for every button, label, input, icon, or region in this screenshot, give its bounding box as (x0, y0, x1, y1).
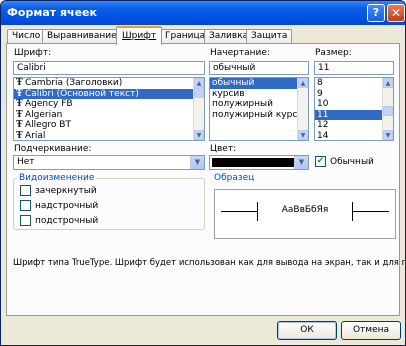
sample-preview: АаВвБбЯя (214, 189, 396, 239)
strikethrough-checkbox[interactable] (20, 185, 31, 196)
list-item[interactable]: полужирный (210, 99, 308, 110)
help-button[interactable]: ? (367, 4, 385, 22)
list-item[interactable]: Ŧ Cambria (Заголовки) (14, 78, 204, 89)
tab-font[interactable]: Шрифт (116, 26, 163, 45)
style-list-scrollbar[interactable]: ▲ ▼ (297, 78, 308, 140)
scroll-up-icon[interactable]: ▲ (194, 78, 204, 88)
font-item-label: Cambria (Заголовки) (25, 78, 123, 88)
font-item-label: Arial (25, 130, 46, 141)
subscript-checkbox[interactable] (20, 215, 31, 226)
color-swatch (212, 158, 294, 167)
font-input[interactable]: Calibri (13, 61, 205, 75)
truetype-icon: Ŧ (16, 120, 23, 130)
close-icon: ✕ (390, 6, 402, 20)
list-item[interactable]: курсив (210, 89, 308, 100)
scroll-thumb[interactable] (383, 106, 393, 116)
scroll-up-icon[interactable]: ▲ (383, 78, 393, 88)
truetype-icon: Ŧ (16, 88, 23, 99)
truetype-icon: Ŧ (16, 130, 23, 141)
effects-title: Видоизменение (17, 173, 97, 183)
close-button[interactable]: ✕ (387, 4, 405, 22)
font-item-label: Algerian (25, 109, 63, 120)
font-tab-panel: Шрифт: Calibri Ŧ Cambria (Заголовки) Ŧ Cal… (6, 43, 405, 316)
normal-font-label: Обычный (330, 157, 374, 167)
info-text: Шрифт типа TrueType. Шрифт будет использ… (13, 258, 406, 268)
underline-label: Подчеркивание: (14, 144, 92, 154)
truetype-icon: Ŧ (16, 109, 23, 120)
size-input[interactable]: 11 (314, 61, 394, 75)
scroll-thumb[interactable] (194, 88, 204, 98)
scroll-down-icon[interactable]: ▼ (383, 130, 393, 140)
tab-border[interactable]: Граница (160, 29, 211, 44)
truetype-icon: Ŧ (16, 78, 23, 88)
font-list-scrollbar[interactable]: ▲ ▼ (193, 78, 204, 140)
style-label: Начертание: (210, 48, 270, 58)
scroll-down-icon[interactable]: ▼ (194, 130, 204, 140)
superscript-checkbox[interactable] (20, 200, 31, 211)
tab-font-label: Шрифт (122, 31, 157, 41)
font-label: Шрифт: (14, 48, 52, 58)
format-cells-dialog: Формат ячеек ? ✕ Число Выравнивание Шриф… (0, 0, 406, 346)
list-item[interactable]: Ŧ Agency FB (14, 99, 204, 110)
underline-value: Нет (17, 157, 35, 167)
question-icon: ? (372, 6, 380, 19)
sample-text: АаВвБбЯя (281, 205, 329, 215)
underline-select[interactable]: Нет ▼ (13, 155, 205, 170)
size-list[interactable]: 8 9 10 11 12 14 ▲ ▼ (314, 77, 394, 141)
tab-number[interactable]: Число (7, 29, 46, 44)
tab-protection[interactable]: Защита (246, 29, 293, 44)
size-label: Размер: (315, 48, 352, 58)
title-bar: Формат ячеек ? ✕ (1, 1, 405, 25)
list-item[interactable]: Ŧ Calibri (Основной текст) (14, 88, 204, 99)
size-list-scrollbar[interactable]: ▲ ▼ (382, 78, 393, 140)
ok-button[interactable]: ОК (277, 321, 337, 340)
scroll-up-icon[interactable]: ▲ (298, 78, 308, 88)
sample-title: Образец (212, 173, 257, 183)
list-item[interactable]: Ŧ Allegro BT (14, 120, 204, 131)
font-item-label: Calibri (Основной текст) (25, 88, 139, 99)
chevron-down-icon[interactable]: ▼ (294, 156, 308, 169)
chevron-down-icon[interactable]: ▼ (190, 156, 204, 169)
list-item[interactable]: Ŧ Algerian (14, 110, 204, 121)
color-select[interactable]: ▼ (209, 155, 309, 170)
truetype-icon: Ŧ (16, 99, 23, 109)
strikethrough-label: зачеркнутый (35, 186, 97, 196)
cancel-button[interactable]: Отмена (341, 321, 401, 340)
subscript-label: подстрочный (35, 216, 99, 226)
style-list[interactable]: обычный курсив полужирный полужирный кур… (209, 77, 309, 141)
list-item[interactable]: полужирный курсив (210, 110, 308, 121)
font-item-label: Allegro BT (25, 120, 71, 130)
tab-alignment[interactable]: Выравнивание (42, 29, 122, 44)
list-item[interactable]: обычный (210, 78, 308, 89)
normal-font-checkbox[interactable]: ✔ (315, 156, 326, 167)
color-label: Цвет: (210, 144, 237, 154)
font-item-label: Agency FB (25, 99, 73, 109)
sample-line-right (353, 211, 389, 212)
style-input[interactable]: обычный (209, 61, 309, 75)
superscript-label: надстрочный (35, 201, 99, 211)
tab-strip: Число Выравнивание Шрифт Граница Заливка… (7, 26, 399, 45)
list-item[interactable]: Ŧ Arial (14, 130, 204, 141)
font-list[interactable]: Ŧ Cambria (Заголовки) Ŧ Calibri (Основной … (13, 77, 205, 141)
scroll-down-icon[interactable]: ▼ (298, 130, 308, 140)
window-title: Формат ячеек (7, 6, 97, 19)
